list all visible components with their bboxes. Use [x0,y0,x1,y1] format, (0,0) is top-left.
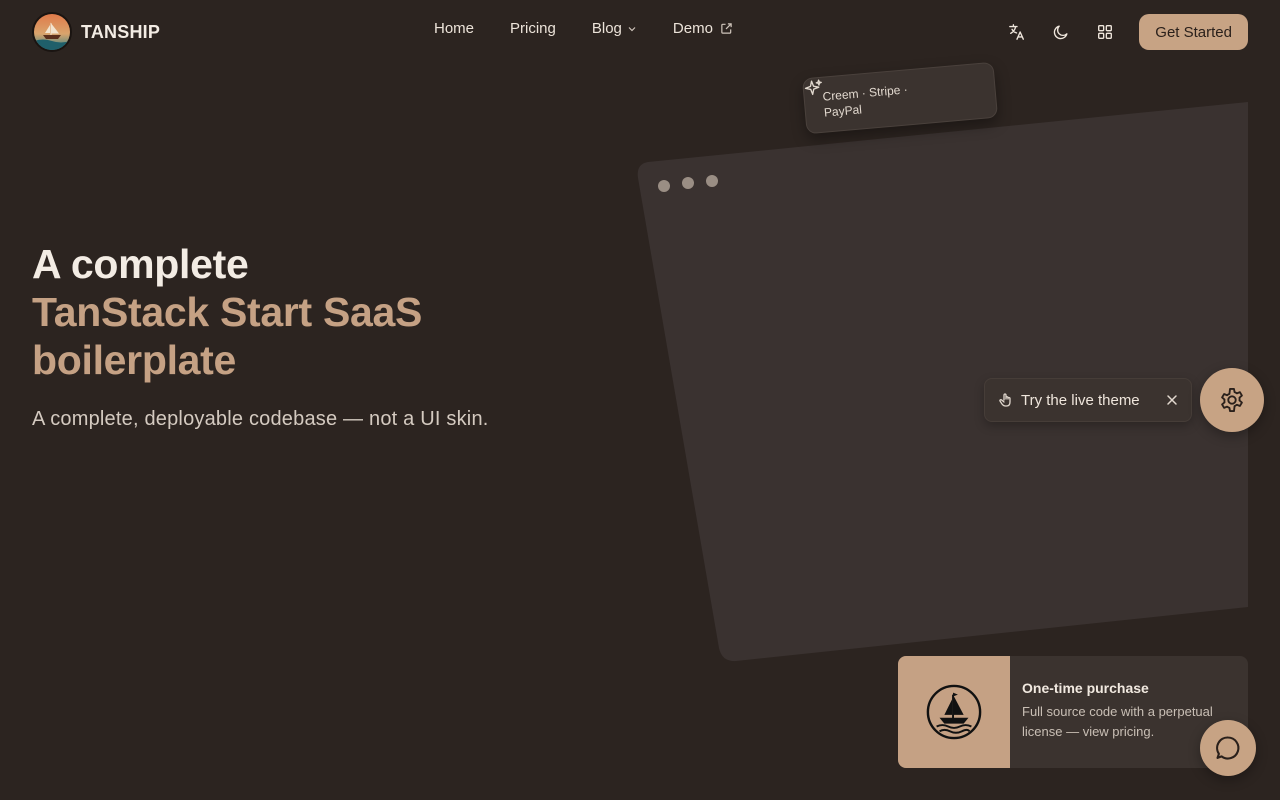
nav-pricing[interactable]: Pricing [510,20,556,37]
header-actions: Get Started [999,14,1248,50]
main-nav: Home Pricing Blog Demo [434,20,733,37]
hero-title-line3: boilerplate [32,337,237,383]
apps-button[interactable] [1087,14,1123,50]
language-button[interactable] [999,14,1035,50]
grid-icon [1098,25,1113,39]
pointer-hand-icon [999,393,1011,407]
window-dot-icon [682,177,694,189]
site-header: TANSHIP Home Pricing Blog Demo Get Start… [0,0,1280,64]
payment-providers-card: Creem · Stripe · PayPal [801,61,999,135]
live-theme-toast[interactable]: Try the live theme [984,378,1192,422]
promo-description: Full source code with a perpetual licens… [1022,704,1213,739]
nav-demo[interactable]: Demo [673,20,733,37]
nav-home-label: Home [434,20,475,37]
nav-demo-label: Demo [672,20,713,37]
external-link-icon [721,23,732,34]
hero-title: A complete TanStack Start SaaS boilerpla… [32,240,422,384]
brand-link[interactable]: TANSHIP [32,12,160,52]
nav-blog-dropdown[interactable]: Blog [592,20,637,37]
sparkles-icon [804,79,822,96]
translate-icon [1009,24,1025,40]
nav-blog-label: Blog [591,20,622,37]
hero-title-line2: TanStack Start SaaS [32,289,423,335]
chevron-down-icon [628,26,636,31]
brand-name: TANSHIP [81,21,161,42]
chat-bubble-icon [1216,736,1240,760]
theme-settings-button[interactable] [1200,368,1264,432]
ship-icon [926,684,982,740]
one-time-purchase-card[interactable]: One-time purchase Full source code with … [898,656,1248,768]
live-theme-label: Try the live theme [1021,391,1140,409]
hero-title-line1: A complete [32,241,249,287]
window-dot-icon [706,175,718,187]
payment-providers-text: Creem · Stripe · PayPal [821,82,909,120]
moon-icon [1054,25,1068,40]
nav-home[interactable]: Home [434,20,474,37]
theme-toggle-button[interactable] [1043,14,1079,50]
gear-icon [1221,387,1243,413]
hero-subtitle: A complete, deployable codebase — not a … [32,408,489,430]
promo-title: One-time purchase [1022,680,1149,696]
nav-pricing-label: Pricing [510,20,556,37]
get-started-button[interactable]: Get Started [1139,14,1248,50]
promo-image [898,656,1010,768]
logo-icon [32,12,72,52]
close-icon[interactable] [1165,393,1179,407]
page: Creem · Stripe · PayPal TANSHIP Home Pri… [0,0,1280,800]
chat-button[interactable] [1200,720,1256,776]
window-dot-icon [658,180,670,192]
